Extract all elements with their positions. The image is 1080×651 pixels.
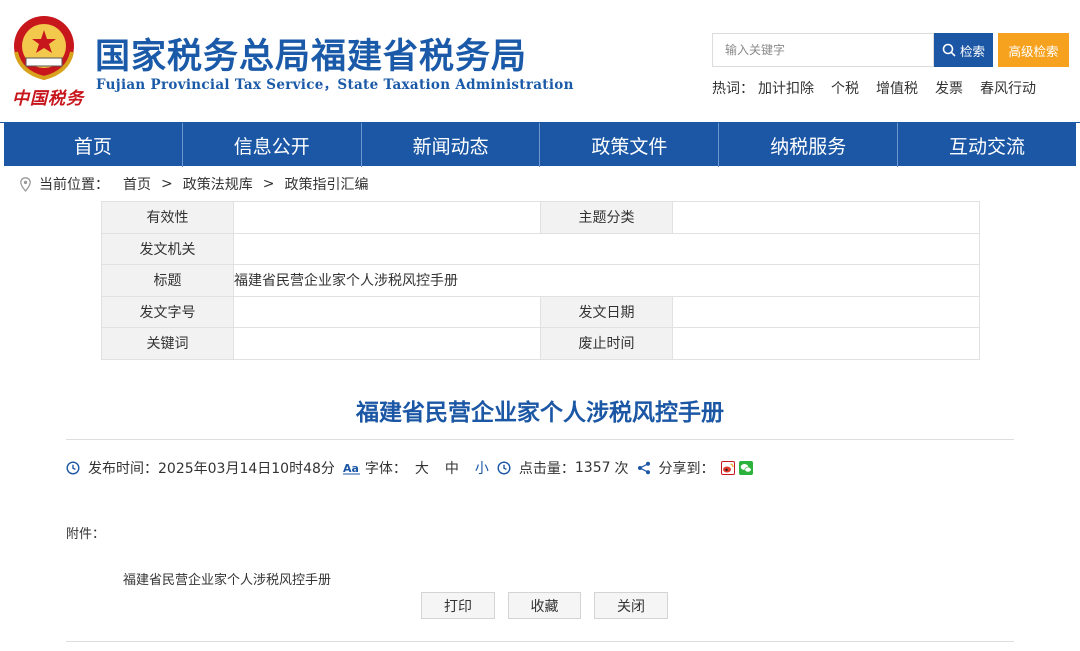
table-row: 有效性 主题分类	[101, 201, 980, 234]
table-row: 发文字号 发文日期	[101, 295, 980, 328]
svg-text:Aa: Aa	[343, 462, 359, 475]
topic-value	[672, 201, 980, 234]
topic-label: 主题分类	[540, 201, 673, 234]
advanced-search-button[interactable]: 高级检索	[998, 33, 1069, 67]
wechat-icon	[738, 461, 753, 475]
issue-date-label: 发文日期	[540, 295, 673, 328]
expiry-date-label: 废止时间	[540, 327, 673, 360]
table-row: 标题 福建省民营企业家个人涉税风控手册	[101, 264, 980, 297]
weibo-share-button[interactable]	[720, 461, 735, 475]
font-label: 字体：	[364, 461, 407, 477]
hot-words: 热词： 加计扣除 个税 增值税 发票 春风行动	[712, 78, 1053, 98]
attachment-link[interactable]: 福建省民营企业家个人涉税风控手册	[123, 569, 331, 588]
expiry-date-value	[672, 327, 980, 360]
font-medium-option[interactable]: 中	[445, 458, 459, 478]
nav-item-policy[interactable]: 政策文件	[539, 123, 718, 167]
issuer-label: 发文机关	[101, 232, 234, 265]
location-pin-icon	[20, 176, 31, 192]
share-icon	[637, 461, 650, 475]
weibo-icon	[720, 461, 735, 475]
hot-word-link[interactable]: 发票	[935, 78, 963, 98]
tax-emblem-icon	[14, 16, 74, 81]
search-input[interactable]	[712, 33, 934, 67]
document-info-table: 有效性 主题分类 发文机关 标题 福建省民营企业家个人涉税风控手册 发文字号 发…	[101, 201, 980, 360]
article-meta: 发布时间： 2025年03月14日10时48分 Aa 字体： 大 中 小 点击量…	[66, 458, 753, 478]
keywords-value	[233, 327, 541, 360]
slogan-logo: 中国税务	[12, 89, 84, 109]
main-nav: 首页 信息公开 新闻动态 政策文件 纳税服务 互动交流	[0, 122, 1080, 167]
issue-date-value	[672, 295, 980, 328]
font-small-option[interactable]: 小	[475, 458, 489, 478]
breadcrumb-label: 当前位置：	[39, 177, 109, 193]
hot-word-link[interactable]: 个税	[831, 78, 859, 98]
breadcrumb-policy-library[interactable]: 政策法规库	[183, 174, 253, 194]
hot-words-label: 热词：	[712, 81, 754, 97]
breadcrumb-policy-guide[interactable]: 政策指引汇编	[284, 174, 368, 194]
document-number-label: 发文字号	[101, 295, 234, 328]
title-label: 标题	[101, 264, 234, 297]
site-title: 国家税务总局福建省税务局	[95, 37, 528, 77]
site-header: 中国税务 国家税务总局福建省税务局 Fujian Provincial Tax …	[0, 0, 1080, 122]
clock-icon	[497, 461, 511, 475]
clicks-unit: 次	[614, 461, 629, 477]
hot-word-link[interactable]: 增值税	[876, 78, 918, 98]
share-label: 分享到：	[658, 461, 715, 477]
table-row: 关键词 废止时间	[101, 327, 980, 360]
hot-word-link[interactable]: 春风行动	[980, 78, 1036, 98]
breadcrumb-separator: >	[161, 176, 173, 192]
keywords-label: 关键词	[101, 327, 234, 360]
nav-item-news[interactable]: 新闻动态	[360, 123, 540, 167]
hot-word-link[interactable]: 加计扣除	[758, 78, 814, 98]
close-button[interactable]: 关闭	[594, 592, 668, 619]
breadcrumb-home[interactable]: 首页	[123, 174, 151, 194]
issuer-value	[233, 232, 980, 265]
breadcrumb-separator: >	[262, 176, 275, 192]
breadcrumb: 当前位置： 首页 > 政策法规库 > 政策指引汇编	[20, 174, 368, 194]
publish-label: 发布时间：	[88, 461, 158, 477]
wechat-share-button[interactable]	[738, 461, 753, 475]
search-button[interactable]: 检索	[934, 33, 993, 67]
divider	[66, 439, 1014, 440]
clicks-label: 点击量：	[518, 461, 575, 477]
nav-item-tax-service[interactable]: 纳税服务	[718, 123, 897, 167]
search-icon	[942, 43, 956, 57]
nav-item-info-disclosure[interactable]: 信息公开	[181, 123, 361, 167]
font-large-option[interactable]: 大	[415, 458, 429, 478]
title-value: 福建省民营企业家个人涉税风控手册	[233, 264, 980, 297]
favorite-button[interactable]: 收藏	[508, 592, 581, 619]
divider	[66, 641, 1014, 642]
attachment-label: 附件：	[66, 527, 106, 542]
document-number-value	[233, 295, 541, 328]
clicks-count: 1357	[574, 460, 611, 476]
site-subtitle: Fujian Provincial Tax Service，State Taxa…	[96, 77, 574, 93]
nav-item-home[interactable]: 首页	[0, 123, 182, 167]
validity-label: 有效性	[101, 201, 234, 234]
table-row: 发文机关	[101, 232, 980, 265]
search-button-label: 检索	[959, 44, 985, 59]
publish-time: 2025年03月14日10时48分	[158, 461, 335, 477]
print-button[interactable]: 打印	[421, 592, 495, 619]
validity-value	[233, 201, 541, 234]
clock-icon	[66, 461, 80, 475]
article-title: 福建省民营企业家个人涉税风控手册	[356, 400, 724, 426]
nav-item-interaction[interactable]: 互动交流	[897, 123, 1080, 167]
font-size-icon: Aa	[342, 462, 360, 475]
